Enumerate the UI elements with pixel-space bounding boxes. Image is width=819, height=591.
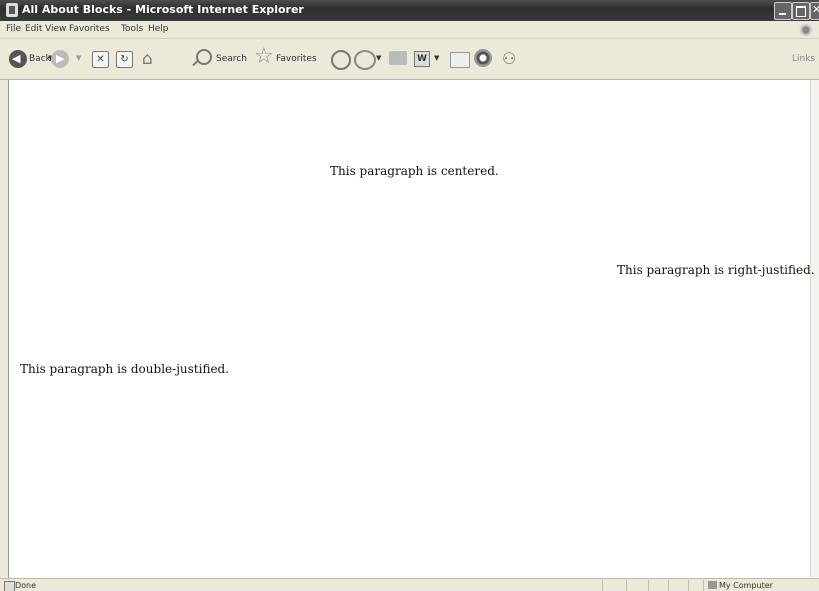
status-divider [602, 580, 603, 591]
page-content [8, 80, 811, 578]
right-justified-paragraph: This paragraph is right-justified. [617, 263, 815, 277]
forward-icon[interactable] [51, 50, 69, 68]
double-justified-paragraph: This paragraph is double-justified. [20, 362, 230, 376]
favorites-button-label[interactable]: Favorites [276, 54, 317, 64]
favorites-icon[interactable]: ☆ [254, 46, 274, 68]
search-button-label[interactable]: Search [216, 54, 247, 64]
links-button[interactable]: Links [792, 54, 815, 64]
search-icon[interactable] [196, 49, 212, 65]
discuss-icon[interactable] [450, 52, 470, 68]
back-icon[interactable] [9, 50, 27, 68]
vertical-scrollbar[interactable] [810, 80, 819, 578]
edit-icon[interactable]: W [414, 51, 430, 67]
media-icon[interactable] [331, 50, 351, 70]
standard-toolbar: Back ▼ ▼ ✕ ↻ ⌂ Search ☆ Favorites ▼ W ▼ … [0, 39, 819, 80]
stop-icon[interactable]: ✕ [92, 51, 109, 68]
status-bar: Done My Computer [0, 578, 819, 591]
status-divider [688, 580, 689, 591]
print-icon[interactable] [389, 51, 407, 65]
forward-dropdown-icon[interactable]: ▼ [76, 54, 81, 62]
status-text: Done [15, 581, 37, 590]
centered-paragraph: This paragraph is centered. [330, 164, 499, 178]
menu-tools[interactable]: Tools [121, 24, 143, 34]
menu-view[interactable]: View [45, 24, 66, 34]
research-icon[interactable] [474, 49, 492, 67]
title-bar[interactable]: All About Blocks - Microsoft Internet Ex… [0, 0, 819, 21]
close-button[interactable] [810, 2, 819, 20]
computer-icon [708, 581, 717, 589]
window-title: All About Blocks - Microsoft Internet Ex… [22, 3, 304, 16]
edit-dropdown-icon[interactable]: ▼ [434, 54, 439, 62]
home-icon[interactable]: ⌂ [142, 49, 153, 69]
browser-window: All About Blocks - Microsoft Internet Ex… [0, 0, 819, 591]
windows-logo-icon [798, 22, 818, 38]
maximize-button[interactable] [792, 2, 810, 20]
refresh-icon[interactable]: ↻ [116, 51, 133, 68]
status-divider [668, 580, 669, 591]
menu-edit[interactable]: Edit [25, 24, 42, 34]
security-zone: My Computer [719, 581, 773, 590]
menu-bar: File Edit View Favorites Tools Help [0, 21, 819, 39]
page-status-icon [4, 581, 15, 591]
menu-file[interactable]: File [6, 24, 21, 34]
status-divider [648, 580, 649, 591]
menu-help[interactable]: Help [148, 24, 169, 34]
ie-icon [6, 3, 18, 17]
mail-dropdown-icon[interactable]: ▼ [376, 54, 381, 62]
minimize-button[interactable] [774, 2, 792, 20]
menu-favorites[interactable]: Favorites [69, 24, 110, 34]
mail-icon[interactable] [354, 50, 376, 70]
status-divider [626, 580, 627, 591]
messenger-icon[interactable]: ⚇ [502, 49, 516, 68]
status-divider [703, 580, 704, 591]
